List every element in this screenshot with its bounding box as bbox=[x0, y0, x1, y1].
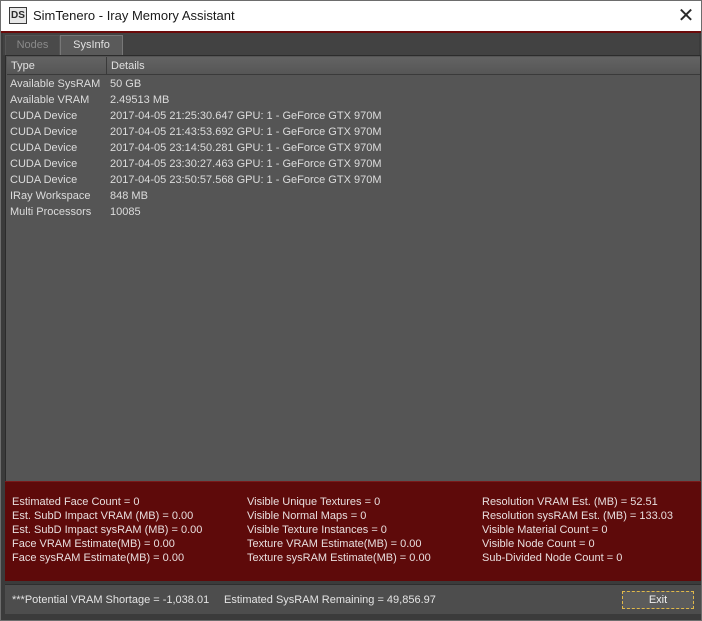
stats-column-geometry: Estimated Face Count = 0 Est. SubD Impac… bbox=[12, 495, 202, 565]
dialog-body: Nodes SysInfo Type Details Available Sys… bbox=[0, 31, 702, 621]
table-row[interactable]: Available VRAM 2.49513 MB bbox=[7, 92, 700, 108]
cell-details: 2.49513 MB bbox=[110, 94, 170, 106]
table-header: Type Details bbox=[7, 57, 700, 75]
stat-subd-impact-sysram: Est. SubD Impact sysRAM (MB) = 0.00 bbox=[12, 524, 203, 536]
table-body: Available SysRAM 50 GB Available VRAM 2.49… bbox=[7, 76, 700, 220]
table-row[interactable]: CUDA Device 2017-04-05 23:14:50.281 GPU: … bbox=[7, 140, 700, 156]
sysram-remaining-text: Estimated SysRAM Remaining = 49,856.97 bbox=[224, 594, 436, 606]
title-bar: DS SimTenero - Iray Memory Assistant ✕ bbox=[0, 0, 702, 31]
stat-texture-sysram: Texture sysRAM Estimate(MB) = 0.00 bbox=[247, 552, 431, 564]
tab-nodes[interactable]: Nodes bbox=[5, 35, 60, 55]
table-row[interactable]: CUDA Device 2017-04-05 21:43:53.692 GPU: … bbox=[7, 124, 700, 140]
cell-type: CUDA Device bbox=[10, 174, 78, 186]
cell-type: Multi Processors bbox=[10, 206, 92, 218]
stat-face-sysram: Face sysRAM Estimate(MB) = 0.00 bbox=[12, 552, 185, 564]
stat-estimated-face-count: Estimated Face Count = 0 bbox=[12, 496, 140, 508]
stat-subdivided-node-count: Sub-Divided Node Count = 0 bbox=[482, 552, 623, 564]
close-icon[interactable]: ✕ bbox=[671, 1, 701, 31]
stat-unique-textures: Visible Unique Textures = 0 bbox=[247, 496, 381, 508]
vram-shortage-text: ***Potential VRAM Shortage = -1,038.01 bbox=[12, 594, 210, 606]
stat-material-count: Visible Material Count = 0 bbox=[482, 524, 608, 536]
cell-details: 2017-04-05 21:43:53.692 GPU: 1 - GeForce… bbox=[110, 126, 382, 138]
stat-texture-vram: Texture VRAM Estimate(MB) = 0.00 bbox=[247, 538, 422, 550]
stat-subd-impact-vram: Est. SubD Impact VRAM (MB) = 0.00 bbox=[12, 510, 194, 522]
exit-button[interactable]: Exit bbox=[622, 591, 694, 609]
cell-type: CUDA Device bbox=[10, 110, 78, 122]
cell-details: 2017-04-05 21:25:30.647 GPU: 1 - GeForce… bbox=[110, 110, 382, 122]
tab-bar: Nodes SysInfo bbox=[3, 33, 699, 55]
tab-sysinfo[interactable]: SysInfo bbox=[60, 35, 123, 55]
stat-texture-instances: Visible Texture Instances = 0 bbox=[247, 524, 387, 536]
cell-details: 848 MB bbox=[110, 190, 148, 202]
cell-details: 50 GB bbox=[110, 78, 142, 90]
cell-type: CUDA Device bbox=[10, 158, 78, 170]
footer-bar: ***Potential VRAM Shortage = -1,038.01 E… bbox=[5, 584, 701, 614]
cell-type: IRay Workspace bbox=[10, 190, 91, 202]
cell-type: Available SysRAM bbox=[10, 78, 101, 90]
stat-face-vram: Face VRAM Estimate(MB) = 0.00 bbox=[12, 538, 175, 550]
stat-node-count: Visible Node Count = 0 bbox=[482, 538, 595, 550]
column-header-details[interactable]: Details bbox=[107, 57, 700, 75]
cell-details: 2017-04-05 23:30:27.463 GPU: 1 - GeForce… bbox=[110, 158, 382, 170]
cell-type: Available VRAM bbox=[10, 94, 90, 106]
stat-resolution-vram: Resolution VRAM Est. (MB) = 52.51 bbox=[482, 496, 658, 508]
window-title: SimTenero - Iray Memory Assistant bbox=[33, 8, 235, 23]
table-row[interactable]: CUDA Device 2017-04-05 23:30:27.463 GPU: … bbox=[7, 156, 700, 172]
sysinfo-table: Type Details Available SysRAM 50 GB Avail… bbox=[5, 55, 701, 506]
stats-column-resolution: Resolution VRAM Est. (MB) = 52.51 Resolu… bbox=[482, 495, 673, 565]
memory-estimates-panel: Estimated Face Count = 0 Est. SubD Impac… bbox=[5, 481, 701, 581]
cell-type: CUDA Device bbox=[10, 142, 78, 154]
cell-details: 10085 bbox=[110, 206, 141, 218]
table-row[interactable]: IRay Workspace 848 MB bbox=[7, 188, 700, 204]
table-row[interactable]: CUDA Device 2017-04-05 21:25:30.647 GPU: … bbox=[7, 108, 700, 124]
table-row[interactable]: Available SysRAM 50 GB bbox=[7, 76, 700, 92]
stat-normal-maps: Visible Normal Maps = 0 bbox=[247, 510, 367, 522]
stat-resolution-sysram: Resolution sysRAM Est. (MB) = 133.03 bbox=[482, 510, 674, 522]
stats-column-textures: Visible Unique Textures = 0 Visible Norm… bbox=[247, 495, 431, 565]
table-row[interactable]: CUDA Device 2017-04-05 23:50:57.568 GPU: … bbox=[7, 172, 700, 188]
daz-studio-app-icon: DS bbox=[9, 7, 27, 24]
cell-type: CUDA Device bbox=[10, 126, 78, 138]
cell-details: 2017-04-05 23:50:57.568 GPU: 1 - GeForce… bbox=[110, 174, 382, 186]
cell-details: 2017-04-05 23:14:50.281 GPU: 1 - GeForce… bbox=[110, 142, 382, 154]
table-row[interactable]: Multi Processors 10085 bbox=[7, 204, 700, 220]
column-header-type[interactable]: Type bbox=[7, 57, 107, 75]
